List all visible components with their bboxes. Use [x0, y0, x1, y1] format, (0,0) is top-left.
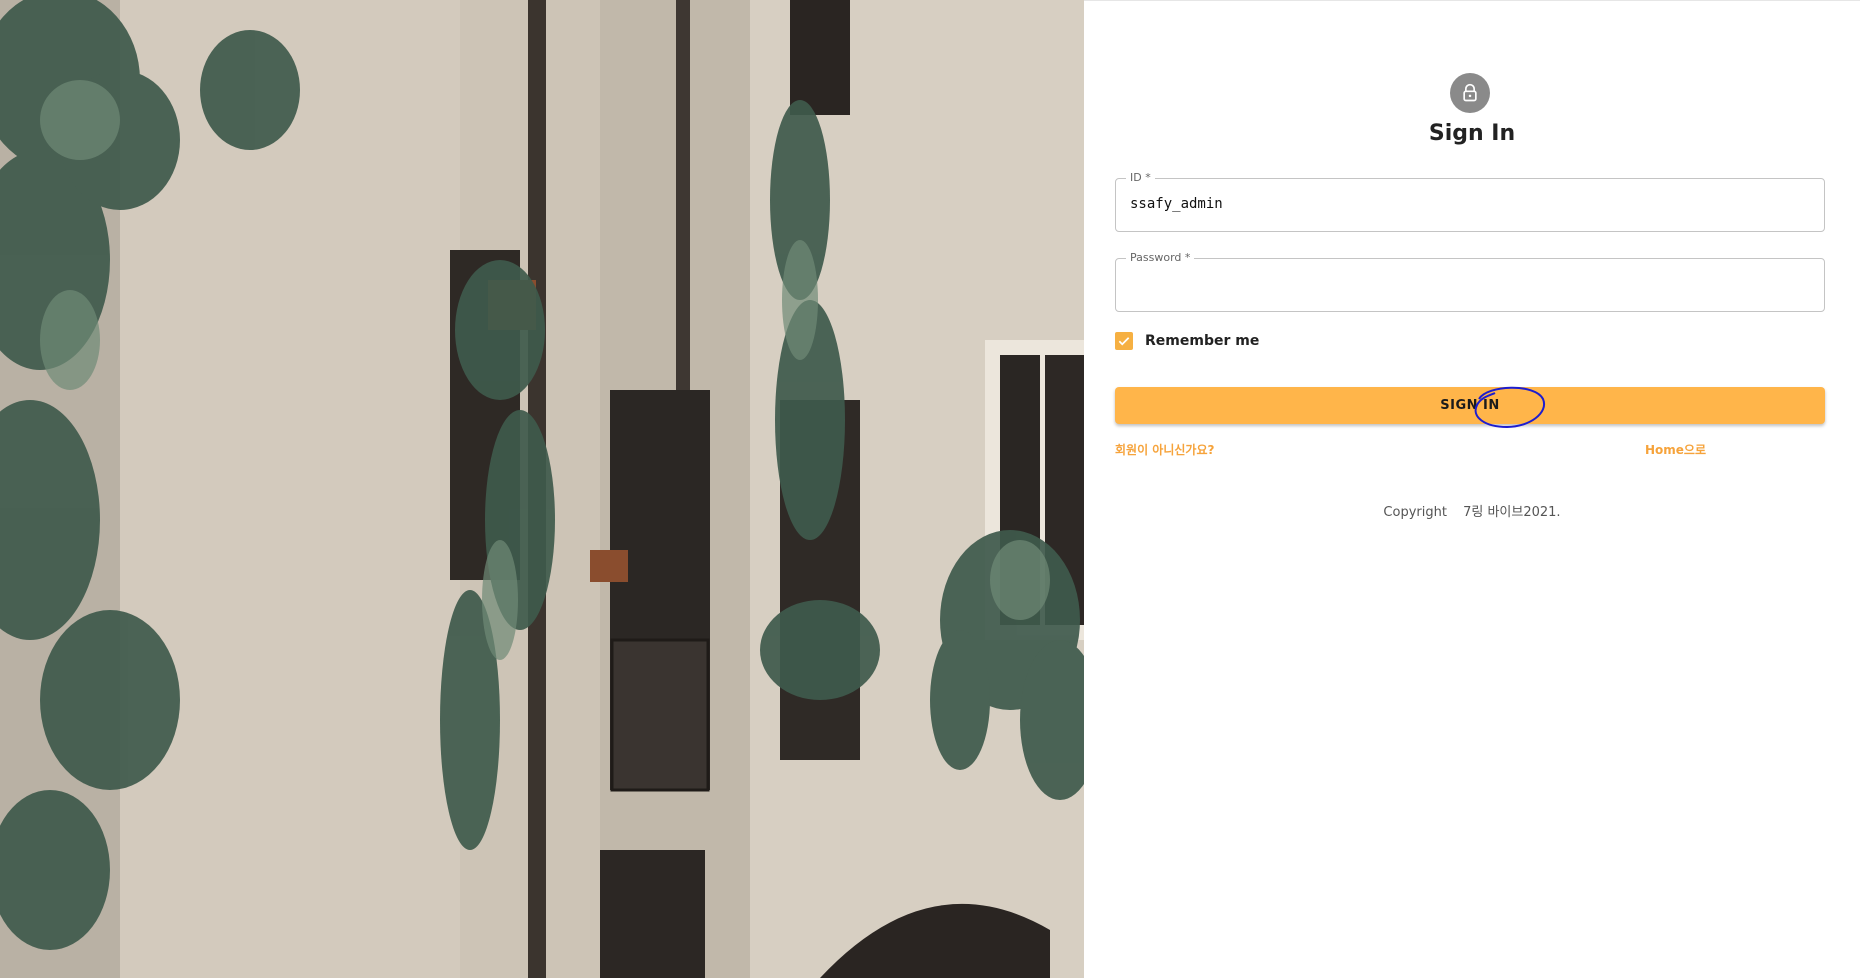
- id-field-label: ID *: [1126, 171, 1155, 184]
- copyright: Copyright 7링 바이브2021.: [1084, 501, 1860, 520]
- sign-in-button[interactable]: SIGN IN: [1115, 386, 1825, 429]
- home-link[interactable]: Home으로: [1645, 441, 1706, 458]
- annotation-circle: [1474, 386, 1546, 429]
- background-photo: [0, 0, 1084, 978]
- copyright-text: 7링 바이브2021.: [1463, 505, 1561, 520]
- check-icon: [1118, 337, 1130, 346]
- password-input[interactable]: [1116, 259, 1824, 311]
- password-field[interactable]: Password *: [1115, 251, 1825, 312]
- signup-link[interactable]: 회원이 아니신가요?: [1115, 441, 1214, 458]
- lock-icon: [1463, 83, 1477, 102]
- lock-avatar: [1450, 73, 1490, 113]
- remember-me-row[interactable]: Remember me: [1115, 332, 1259, 350]
- id-field-value[interactable]: ssafy_admin: [1130, 196, 1223, 212]
- sign-in-panel: Sign In ID * ssafy_admin Password * Reme…: [1084, 0, 1860, 979]
- id-field[interactable]: ID * ssafy_admin: [1115, 171, 1825, 232]
- remember-me-label: Remember me: [1145, 333, 1260, 349]
- page-title: Sign In: [1428, 121, 1516, 146]
- building-wall-illustration: [0, 0, 1084, 978]
- copyright-prefix: Copyright: [1383, 505, 1447, 520]
- remember-me-checkbox[interactable]: [1115, 332, 1133, 350]
